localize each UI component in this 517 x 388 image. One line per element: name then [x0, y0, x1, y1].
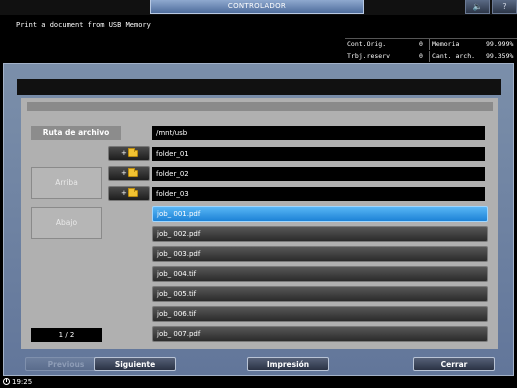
- file-row[interactable]: job_ 003.pdf: [152, 246, 488, 262]
- status-label: Memoria: [432, 40, 460, 48]
- speaker-icon: 🔈: [472, 2, 483, 11]
- arrow-icon: +: [121, 149, 127, 157]
- file-row[interactable]: job_ 006.tif: [152, 306, 488, 322]
- tab-controlador[interactable]: CONTROLADOR: [150, 0, 364, 14]
- open-folder-button[interactable]: +: [108, 166, 150, 181]
- path-field: /mnt/usb: [152, 126, 485, 140]
- status-value: 0: [419, 40, 423, 48]
- status-row: Cont.Orig. 0 Memoria 99.999%: [345, 39, 517, 50]
- folder-row[interactable]: folder_01: [152, 147, 485, 161]
- arrow-icon: +: [121, 189, 127, 197]
- file-row[interactable]: job_ 002.pdf: [152, 226, 488, 242]
- status-row: Trbj.reserv 0 Cant. arch. 99.359%: [345, 51, 517, 62]
- folder-icon: [128, 188, 138, 197]
- file-row[interactable]: job_ 007.pdf: [152, 326, 488, 342]
- close-button[interactable]: Cerrar: [413, 357, 495, 371]
- file-row[interactable]: job_ 001.pdf: [152, 206, 488, 222]
- help-icon: ?: [502, 2, 507, 11]
- folder-row[interactable]: folder_03: [152, 187, 485, 201]
- path-label: Ruta de archivo: [31, 126, 121, 140]
- open-folder-button[interactable]: +: [108, 146, 150, 161]
- down-button[interactable]: Abajo: [31, 207, 102, 239]
- volume-button[interactable]: 🔈: [465, 0, 490, 14]
- clock: 19:25: [3, 377, 32, 387]
- status-label: Cont.Orig.: [347, 40, 387, 48]
- file-row[interactable]: job_ 004.tif: [152, 266, 488, 282]
- up-button[interactable]: Arriba: [31, 167, 102, 199]
- file-row[interactable]: job_ 005.tif: [152, 286, 488, 302]
- status-label: Trbj.reserv: [347, 52, 391, 60]
- file-panel: Ruta de archivo /mnt/usb Arriba Abajo 1 …: [21, 98, 498, 349]
- folder-icon: [128, 148, 138, 157]
- help-button[interactable]: ?: [492, 0, 517, 14]
- next-button[interactable]: Siguiente: [94, 357, 176, 371]
- clock-icon: [3, 378, 10, 385]
- status-value: 0: [419, 52, 423, 60]
- clock-time: 19:25: [12, 378, 33, 386]
- status-message: Print a document from USB Memory: [16, 21, 151, 29]
- print-button[interactable]: Impresión: [247, 357, 329, 371]
- open-folder-button[interactable]: +: [108, 186, 150, 201]
- folder-icon: [128, 168, 138, 177]
- file-browser-dialog: Ruta de archivo /mnt/usb Arriba Abajo 1 …: [3, 63, 514, 376]
- status-label: Cant. arch.: [432, 52, 476, 60]
- page-indicator: 1 / 2: [31, 328, 102, 342]
- panel-header-strip: [27, 102, 493, 111]
- status-panel: Cont.Orig. 0 Memoria 99.999% Trbj.reserv…: [345, 38, 517, 62]
- arrow-icon: +: [121, 169, 127, 177]
- folder-row[interactable]: folder_02: [152, 167, 485, 181]
- status-value: 99.359%: [486, 52, 514, 60]
- status-value: 99.999%: [486, 40, 514, 48]
- dialog-header: [17, 79, 501, 95]
